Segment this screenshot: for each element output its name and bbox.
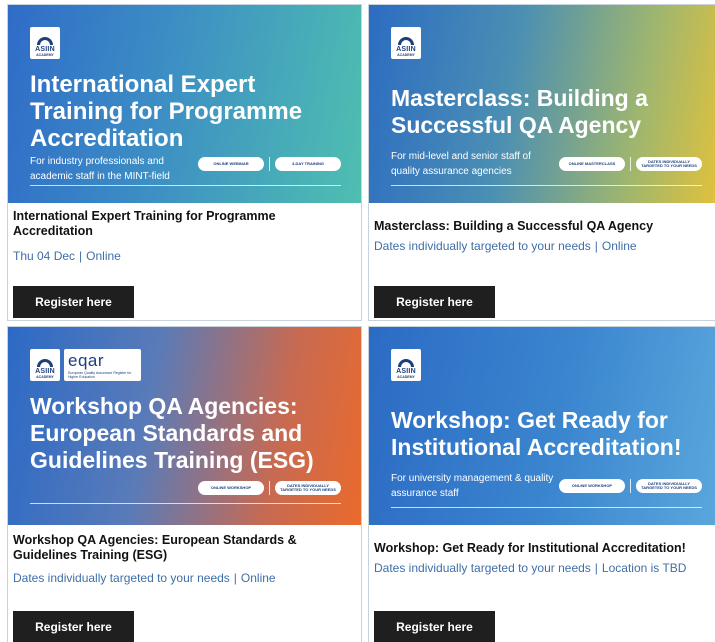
banner-subtitle: For university management & quality assu… — [391, 473, 554, 499]
event-banner[interactable]: ASIIN ACADEMY International Expert Train… — [8, 5, 361, 203]
event-banner[interactable]: ASIIN ACADEMY Workshop: Get Ready for In… — [369, 327, 715, 525]
event-date: Dates individually targeted to your need… — [13, 571, 230, 585]
event-meta: Dates individually targeted to your need… — [374, 239, 637, 253]
duration-pill: 3-DAY TRAINING — [275, 157, 341, 171]
banner-title: Workshop QA Agencies: European Standards… — [30, 393, 314, 473]
meta-separator: | — [594, 561, 598, 575]
logo-arc-icon — [398, 37, 414, 45]
banner-pills: ONLINE WORKSHOP DATES INDIVIDUALLY TARGE… — [559, 479, 702, 493]
event-location: Online — [601, 239, 637, 253]
event-date: Dates individually targeted to your need… — [374, 561, 591, 575]
logo-arc-icon — [37, 359, 53, 367]
logo-arc-icon — [37, 37, 53, 45]
event-banner[interactable]: ASIIN ACADEMY eqar European Quality Assu… — [8, 327, 361, 525]
asiin-academy-logo: ASIIN ACADEMY — [30, 27, 60, 59]
register-button[interactable]: Register here — [13, 286, 134, 318]
event-title[interactable]: Workshop QA Agencies: European Standards… — [13, 533, 353, 563]
meta-separator: | — [594, 239, 598, 253]
banner-subtitle: For industry professionals and academic … — [30, 156, 170, 182]
event-date: Thu 04 Dec — [13, 249, 76, 263]
register-button[interactable]: Register here — [374, 286, 495, 318]
event-location: Online — [86, 249, 121, 263]
event-location: Online — [240, 571, 276, 585]
banner-pills: ONLINE MASTERCLASS DATES INDIVIDUALLY TA… — [559, 157, 702, 171]
register-button[interactable]: Register here — [374, 611, 495, 642]
banner-divider — [30, 185, 341, 186]
pill-divider — [630, 479, 631, 493]
asiin-academy-logo: ASIIN ACADEMY — [391, 349, 421, 381]
banner-subtitle: For mid-level and senior staff of qualit… — [391, 151, 531, 177]
register-button[interactable]: Register here — [13, 611, 134, 642]
format-pill: ONLINE MASTERCLASS — [559, 157, 625, 171]
dates-pill: DATES INDIVIDUALLY TARGETED TO YOUR NEED… — [636, 157, 702, 171]
event-title[interactable]: International Expert Training for Progra… — [13, 209, 353, 239]
event-card-expert-training[interactable]: ASIIN ACADEMY International Expert Train… — [7, 4, 362, 321]
pill-divider — [269, 157, 270, 171]
dates-pill: DATES INDIVIDUALLY TARGETED TO YOUR NEED… — [275, 481, 341, 495]
event-meta: Thu 04 Dec | Online — [13, 249, 121, 263]
pill-divider — [269, 481, 270, 495]
banner-divider — [391, 507, 702, 508]
event-card-masterclass[interactable]: ASIIN ACADEMY Masterclass: Building a Su… — [368, 4, 715, 321]
dates-pill: DATES INDIVIDUALLY TARGETED TO YOUR NEED… — [636, 479, 702, 493]
format-pill: ONLINE WORKSHOP — [198, 481, 264, 495]
event-meta: Dates individually targeted to your need… — [13, 571, 276, 585]
logo-arc-icon — [398, 359, 414, 367]
format-pill: ONLINE WEBINAR — [198, 157, 264, 171]
asiin-academy-logo: ASIIN ACADEMY — [30, 349, 60, 381]
banner-title: Workshop: Get Ready for Institutional Ac… — [391, 407, 682, 460]
asiin-academy-logo: ASIIN ACADEMY — [391, 27, 421, 59]
banner-divider — [391, 185, 702, 186]
banner-title: International Expert Training for Progra… — [30, 71, 303, 152]
banner-pills: ONLINE WEBINAR 3-DAY TRAINING — [198, 157, 341, 171]
event-card-institutional-workshop[interactable]: ASIIN ACADEMY Workshop: Get Ready for In… — [368, 326, 715, 642]
pill-divider — [630, 157, 631, 171]
eqar-logo: eqar European Quality Assurance Register… — [64, 349, 141, 381]
banner-pills: ONLINE WORKSHOP DATES INDIVIDUALLY TARGE… — [198, 481, 341, 495]
meta-separator: | — [233, 571, 237, 585]
event-title[interactable]: Masterclass: Building a Successful QA Ag… — [374, 219, 714, 234]
meta-separator: | — [79, 249, 83, 263]
event-date: Dates individually targeted to your need… — [374, 239, 591, 253]
event-card-esg-workshop[interactable]: ASIIN ACADEMY eqar European Quality Assu… — [7, 326, 362, 642]
event-banner[interactable]: ASIIN ACADEMY Masterclass: Building a Su… — [369, 5, 715, 203]
event-meta: Dates individually targeted to your need… — [374, 561, 686, 575]
banner-title: Masterclass: Building a Successful QA Ag… — [391, 85, 648, 138]
event-location: Location is TBD — [601, 561, 687, 575]
format-pill: ONLINE WORKSHOP — [559, 479, 625, 493]
event-title[interactable]: Workshop: Get Ready for Institutional Ac… — [374, 541, 714, 556]
banner-divider — [30, 503, 341, 504]
